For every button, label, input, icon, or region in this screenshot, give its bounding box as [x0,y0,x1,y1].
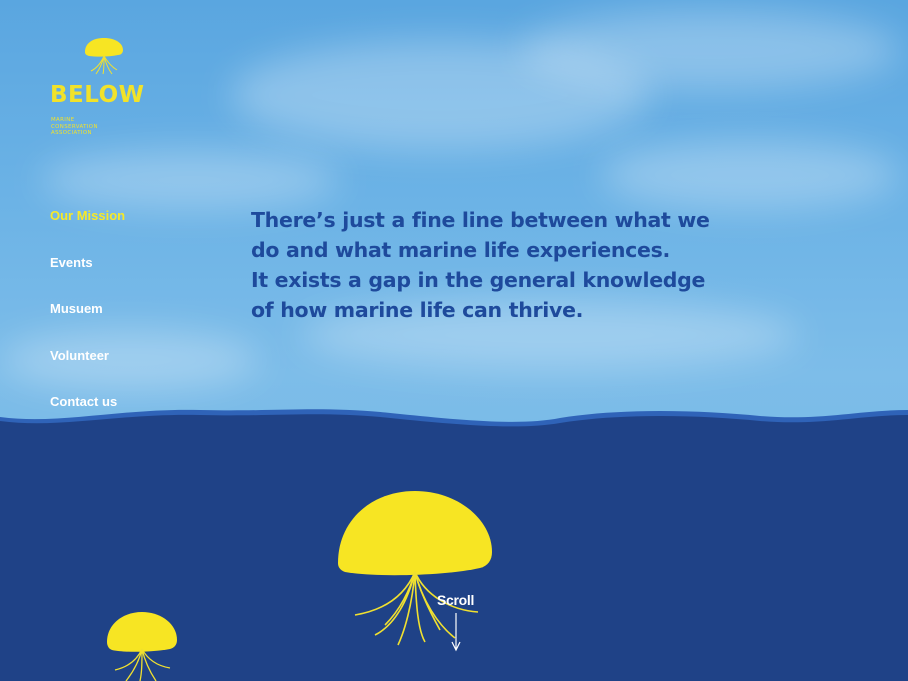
nav-item-volunteer[interactable]: Volunteer [50,347,125,394]
main-nav: Our Mission Events Musuem Volunteer Cont… [50,207,125,440]
nav-item-contact-us[interactable]: Contact us [50,393,125,440]
hero-headline: There’s just a fine line between what we… [251,205,721,325]
jellyfish-icon [85,38,123,75]
headline-line: of how marine life can thrive. [251,298,584,322]
brand-name[interactable]: BELOW [50,82,145,108]
headline-line: do and what marine life experiences. [251,238,670,262]
headline-line: It exists a gap in the general knowledge [251,268,706,292]
scroll-label[interactable]: Scroll [437,592,474,608]
nav-item-museum[interactable]: Musuem [50,300,125,347]
headline-line: There’s just a fine line between what we [251,208,710,232]
tagline-line: Association [51,130,92,136]
brand-tagline: Marine Conservation Association [51,117,131,137]
nav-item-our-mission[interactable]: Our Mission [50,207,125,254]
arrow-down-icon[interactable] [450,613,462,653]
nav-item-events[interactable]: Events [50,254,125,301]
